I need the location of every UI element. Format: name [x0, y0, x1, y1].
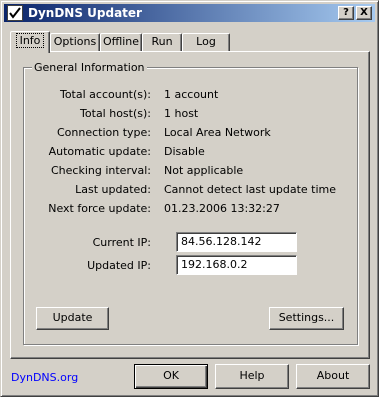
tab-run[interactable]: Run [142, 33, 182, 51]
tab-log[interactable]: Log [182, 33, 230, 51]
info-label: Checking interval: [51, 164, 151, 177]
info-label: Last updated: [75, 183, 151, 196]
help-button[interactable]: Help [215, 364, 289, 389]
info-value: 01.23.2006 13:32:27 [164, 202, 280, 215]
current-ip-field[interactable]: 84.56.128.142 [176, 232, 297, 252]
info-row-automatic-update: Automatic update: Disable [24, 145, 357, 159]
group-title: General Information [32, 61, 147, 74]
about-button[interactable]: About [296, 364, 370, 389]
info-value: Not applicable [164, 164, 244, 177]
updated-ip-label: Updated IP: [87, 259, 151, 272]
info-label: Total account(s): [59, 88, 151, 101]
tab-info[interactable]: Info [10, 31, 50, 53]
info-value: 1 host [164, 107, 199, 120]
info-value: Disable [164, 145, 205, 158]
info-value: Cannot detect last update time [164, 183, 337, 196]
tab-info-label: Info [15, 33, 45, 48]
help-icon[interactable]: ? [338, 6, 354, 20]
info-row-last-updated: Last updated: Cannot detect last update … [24, 183, 357, 197]
info-row-total-hosts: Total host(s): 1 host [24, 107, 357, 121]
settings-button[interactable]: Settings... [269, 307, 344, 330]
app-icon [7, 5, 23, 21]
info-label: Next force update: [48, 202, 151, 215]
close-icon[interactable]: X [356, 6, 372, 20]
updated-ip-field[interactable]: 192.168.0.2 [176, 255, 297, 275]
info-row-checking-interval: Checking interval: Not applicable [24, 164, 357, 178]
info-label: Total host(s): [80, 107, 151, 120]
tab-options[interactable]: Options [50, 33, 100, 51]
dyndns-updater-window: DynDNS Updater ? X Info Options Offline … [0, 0, 379, 397]
window-title: DynDNS Updater [28, 6, 142, 20]
title-bar[interactable]: DynDNS Updater ? X [4, 4, 375, 22]
info-tab-panel: General Information Total account(s): 1 … [10, 51, 370, 359]
info-value: 1 account [164, 88, 219, 101]
general-information-group: General Information Total account(s): 1 … [23, 61, 358, 345]
info-label: Connection type: [56, 126, 151, 139]
ok-button[interactable]: OK [134, 364, 208, 389]
info-value: Local Area Network [164, 126, 271, 139]
tab-offline[interactable]: Offline [100, 33, 142, 51]
info-row-connection-type: Connection type: Local Area Network [24, 126, 357, 140]
info-label: Automatic update: [48, 145, 151, 158]
info-row-next-force-update: Next force update: 01.23.2006 13:32:27 [24, 202, 357, 216]
current-ip-label: Current IP: [92, 236, 151, 249]
dyndns-link[interactable]: DynDNS.org [11, 371, 78, 385]
info-row-total-accounts: Total account(s): 1 account [24, 88, 357, 102]
update-button[interactable]: Update [36, 307, 109, 330]
